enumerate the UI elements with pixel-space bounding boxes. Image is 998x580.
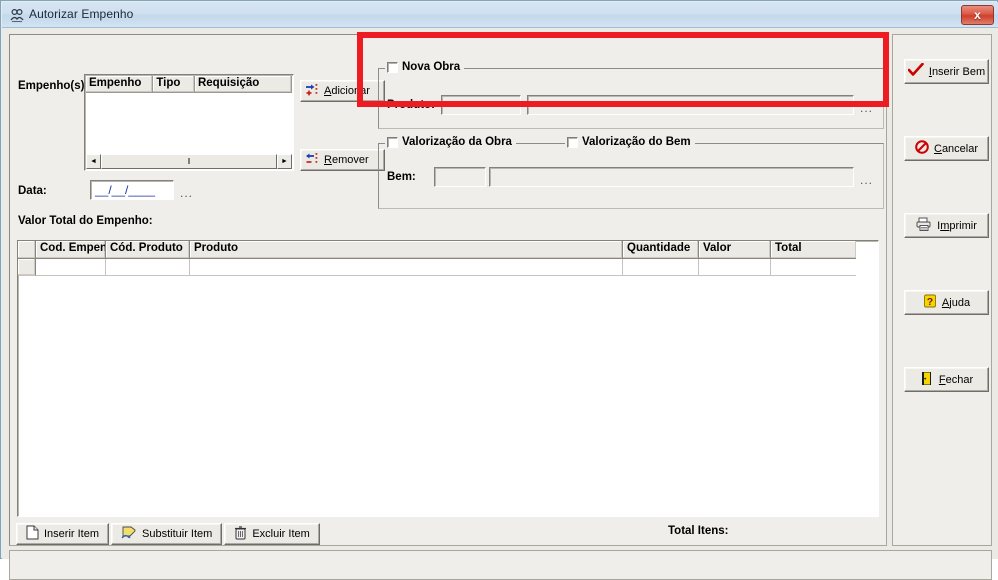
produto-name-input[interactable]	[527, 95, 854, 115]
data-input-value: __/__/____	[95, 183, 156, 197]
cell-quantidade[interactable]	[623, 259, 699, 276]
items-grid-header: Cod. Empenho Cód. Produto Produto Quanti…	[18, 241, 878, 259]
empenhos-listbox[interactable]: Empenho Tipo Requisição ◄ ‖ ►	[84, 74, 294, 171]
cancel-icon	[915, 140, 929, 157]
door-icon	[920, 371, 934, 389]
nova-obra-groupbox: Nova Obra Produto: ...	[378, 61, 884, 129]
footer-button-bar: Inserir Item Substituir Item Excluir Ite…	[16, 523, 322, 545]
excluir-item-button[interactable]: Excluir Item	[224, 523, 320, 545]
inserir-item-label: Inserir Item	[44, 528, 100, 540]
imprimir-button[interactable]: ImprimirImprimir	[904, 213, 989, 238]
data-label: Data:	[18, 185, 47, 197]
svg-text:?: ?	[927, 296, 933, 308]
adicionar-button[interactable]: AAdicionardicionar	[300, 80, 385, 102]
scrollbar-thumb[interactable]: ‖	[101, 154, 277, 169]
valorizacao-bem-title-row: Valorização do Bem	[565, 136, 695, 148]
action-button-panel: Inserir BemInserir Bem CancelarCancelar	[892, 34, 992, 546]
remover-button[interactable]: RRemoveremover	[300, 149, 385, 171]
excluir-item-label: Excluir Item	[252, 528, 310, 540]
substituir-item-button[interactable]: Substituir Item	[111, 523, 223, 545]
empenhos-label: Empenho(s):	[18, 80, 89, 92]
cell-cod-produto[interactable]	[106, 259, 190, 276]
table-row[interactable]	[18, 259, 878, 276]
cell-valor[interactable]	[699, 259, 771, 276]
produto-code-input[interactable]	[441, 95, 521, 115]
valorizacao-obra-checkbox[interactable]	[387, 136, 398, 148]
data-browse-button[interactable]: ...	[180, 186, 193, 200]
row-indicator[interactable]	[18, 259, 36, 276]
bem-browse-button[interactable]: ...	[860, 173, 873, 187]
bem-label: Bem:	[387, 171, 416, 183]
app-window: Autorizar Empenho x Empenho(s): Empenho …	[0, 0, 998, 580]
cell-cod-empenho[interactable]	[36, 259, 106, 276]
grid-column-produto[interactable]: Produto	[190, 241, 623, 259]
bem-name-input[interactable]	[489, 167, 854, 187]
status-strip	[9, 550, 992, 580]
total-itens-label: Total Itens:	[668, 525, 729, 537]
valorizacao-obra-label: Valorização da Obra	[402, 136, 512, 148]
trash-icon	[234, 525, 247, 543]
grid-column-total[interactable]: Total	[771, 241, 856, 259]
document-icon	[26, 525, 39, 543]
grid-column-valor[interactable]: Valor	[699, 241, 771, 259]
items-grid[interactable]: Cod. Empenho Cód. Produto Produto Quanti…	[17, 240, 879, 517]
client-area: Empenho(s): Empenho Tipo Requisição ◄ ‖ …	[2, 28, 998, 580]
empenhos-horizontal-scrollbar[interactable]: ◄ ‖ ►	[86, 154, 292, 169]
title-bar[interactable]: Autorizar Empenho x	[2, 2, 998, 28]
grid-column-cod-empenho[interactable]: Cod. Empenho	[36, 241, 106, 259]
grid-column-indicator	[18, 241, 36, 259]
valorizacao-obra-title-row: Valorização da Obra	[385, 136, 516, 148]
grid-column-cod-produto[interactable]: Cód. Produto	[106, 241, 190, 259]
produto-browse-button[interactable]: ...	[860, 101, 873, 115]
grid-column-quantidade[interactable]: Quantidade	[623, 241, 699, 259]
cancelar-button[interactable]: CancelarCancelar	[904, 136, 989, 161]
main-panel: Empenho(s): Empenho Tipo Requisição ◄ ‖ …	[9, 34, 887, 565]
valor-total-label: Valor Total do Empenho:	[18, 215, 153, 227]
list-column-requisicao[interactable]: Requisição	[194, 76, 292, 93]
valorizacao-bem-label: Valorização do Bem	[582, 136, 691, 148]
cell-produto[interactable]	[190, 259, 623, 276]
remove-arrow-icon	[305, 152, 319, 169]
bem-code-input[interactable]	[434, 167, 486, 187]
replace-icon	[121, 525, 137, 543]
produto-label: Produto:	[387, 99, 435, 111]
valorizacao-groupbox: Valorização da Obra Valorização do Bem B…	[378, 136, 884, 209]
scroll-right-arrow-icon[interactable]: ►	[277, 154, 292, 169]
data-input[interactable]: __/__/____	[90, 180, 174, 200]
list-column-empenho[interactable]: Empenho	[86, 76, 154, 93]
help-icon: ?	[923, 294, 937, 311]
inserir-bem-button[interactable]: Inserir BemInserir Bem	[904, 59, 989, 84]
list-column-tipo[interactable]: Tipo	[153, 76, 195, 93]
printer-icon	[916, 217, 932, 234]
ajuda-button[interactable]: ? AjudaAjuda	[904, 290, 989, 315]
nova-obra-label: Nova Obra	[402, 61, 461, 73]
substituir-item-label: Substituir Item	[142, 528, 213, 540]
scrollbar-track[interactable]: ‖	[101, 154, 277, 169]
fechar-button[interactable]: FecharFechar	[904, 367, 989, 392]
scroll-left-arrow-icon[interactable]: ◄	[86, 154, 101, 169]
add-arrow-icon	[305, 83, 319, 100]
inserir-item-button[interactable]: Inserir Item	[16, 523, 110, 545]
close-button[interactable]: x	[961, 5, 994, 25]
valorizacao-bem-checkbox[interactable]	[567, 136, 578, 148]
empenhos-list-header: Empenho Tipo Requisição	[86, 76, 292, 93]
nova-obra-title-row: Nova Obra	[385, 61, 465, 73]
nova-obra-checkbox[interactable]	[387, 61, 398, 73]
checkmark-icon	[907, 62, 924, 80]
app-icon	[9, 7, 25, 23]
cell-total[interactable]	[771, 259, 856, 276]
window-title: Autorizar Empenho	[29, 7, 134, 21]
